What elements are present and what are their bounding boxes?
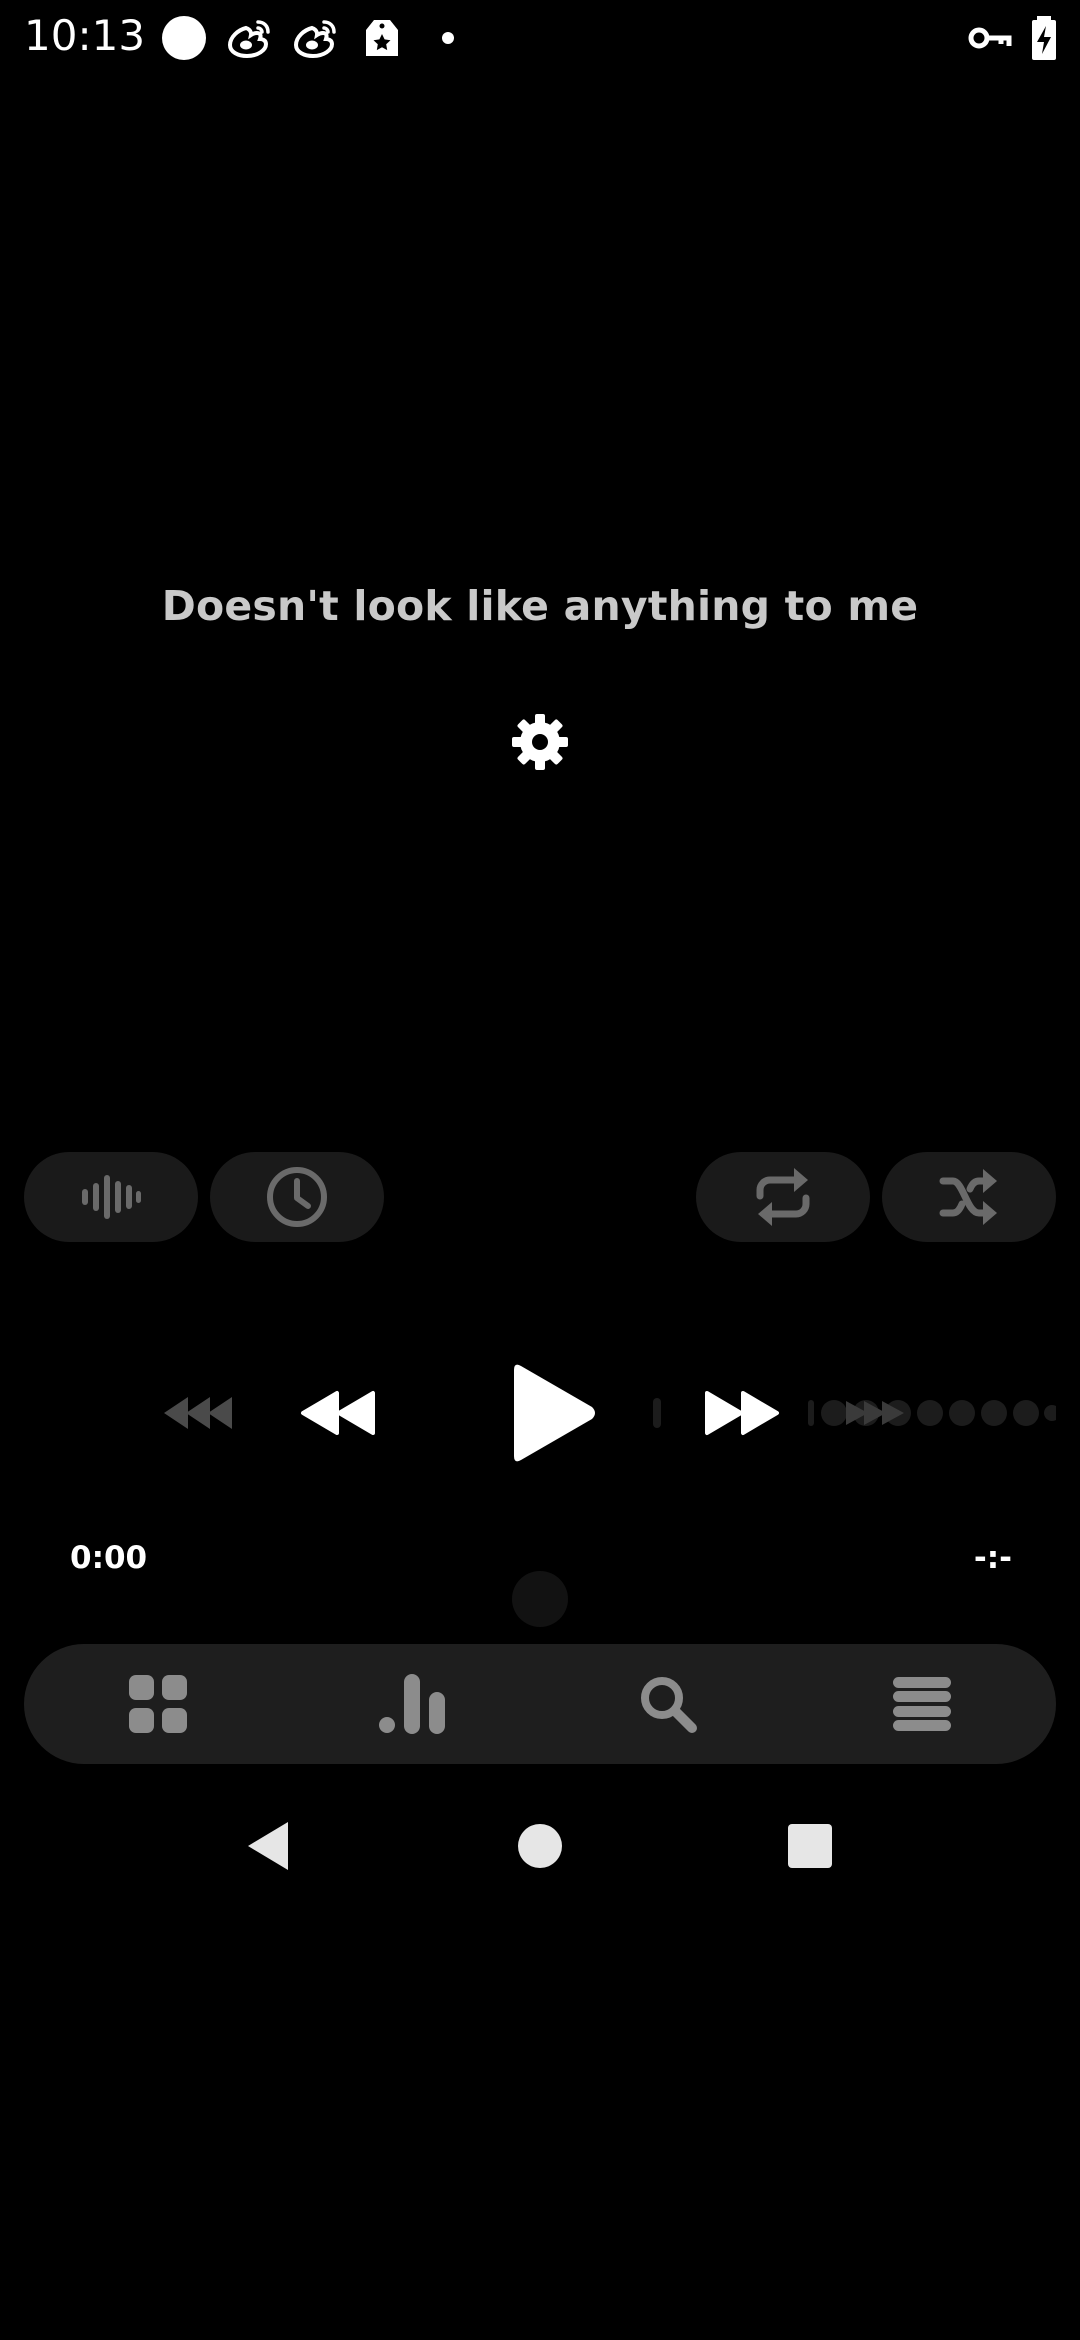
waveform-button[interactable] [24,1152,198,1242]
nav-grid-button[interactable] [98,1644,218,1764]
remaining-time: -:- [973,1540,1012,1576]
status-time: 10:13 [24,11,146,60]
back-button[interactable] [240,1818,296,1874]
home-icon [518,1824,562,1868]
dot-icon [424,14,472,62]
play-icon [514,1364,595,1462]
repeat-icon [756,1168,810,1226]
vpn-key-icon [966,14,1014,62]
battery-charging-icon [1020,14,1068,62]
grid-icon [129,1675,187,1733]
rewind-button[interactable] [298,1384,380,1442]
status-bar: 10:13 [0,0,1080,72]
nav-stats-button[interactable] [352,1644,472,1764]
weibo-icon [226,14,274,62]
recents-icon [788,1824,832,1868]
back-icon [248,1822,288,1870]
queue-strip[interactable] [808,1396,1056,1430]
menu-icon [893,1677,951,1731]
bar-chart-icon [379,1674,445,1734]
fast-forward-button[interactable] [700,1384,782,1442]
skip-back-button[interactable] [160,1390,240,1436]
elapsed-time: 0:00 [70,1540,148,1576]
skip-forward-icon [808,1400,1056,1426]
repeat-button[interactable] [696,1152,870,1242]
fast-forward-icon [705,1391,779,1435]
nav-search-button[interactable] [608,1644,728,1764]
gear-icon[interactable] [510,712,570,772]
play-button[interactable] [504,1358,600,1468]
skip-back-icon [164,1397,232,1429]
circle-notification-icon [160,14,208,62]
bottom-nav [24,1644,1056,1764]
shuffle-icon [939,1169,997,1225]
shopping-tag-icon [358,14,406,62]
seek-indicator [650,1392,666,1434]
home-button[interactable] [512,1818,568,1874]
rewind-icon [301,1391,375,1435]
search-icon [641,1677,697,1733]
sleep-timer-button[interactable] [210,1152,384,1242]
waveform-icon [82,1175,141,1219]
clock-icon [267,1167,327,1227]
seek-knob[interactable] [512,1571,568,1627]
empty-state-message: Doesn't look like anything to me [161,582,919,630]
nav-menu-button[interactable] [862,1644,982,1764]
recents-button[interactable] [782,1818,838,1874]
weibo-icon [292,14,340,62]
shuffle-button[interactable] [882,1152,1056,1242]
